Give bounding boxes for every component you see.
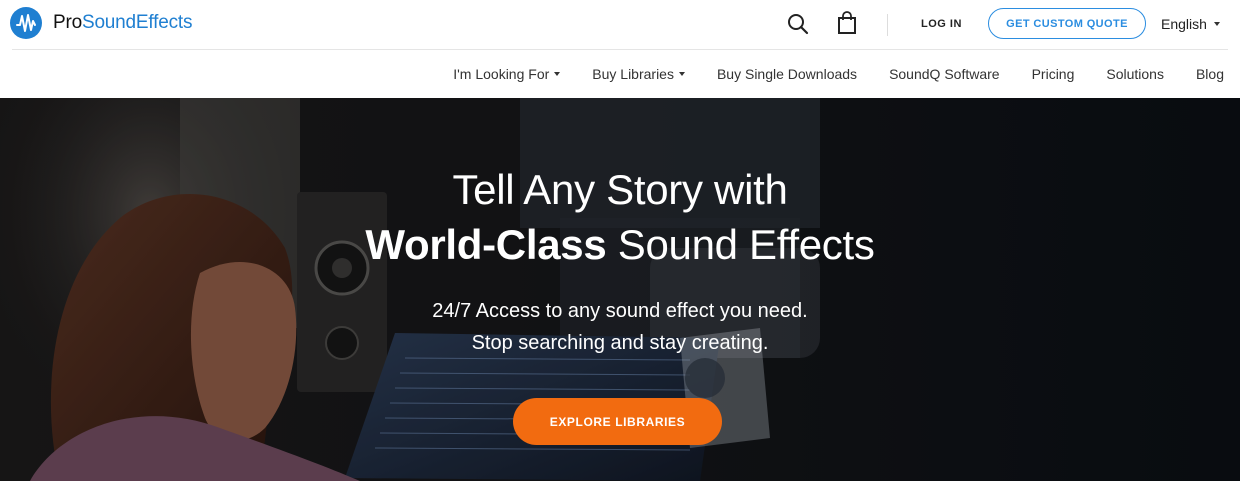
nav-item-label: Buy Libraries xyxy=(592,66,674,82)
shopping-bag-icon[interactable] xyxy=(836,11,858,35)
chevron-down-icon xyxy=(678,72,685,76)
nav-item-soundq-software[interactable]: SoundQ Software xyxy=(889,66,1000,82)
nav-item-label: Blog xyxy=(1195,66,1224,82)
top-header: ProSoundEffects LOG IN GET CUSTOM QUOTE … xyxy=(0,0,1240,50)
brand-name-part2: SoundEffects xyxy=(81,12,193,33)
nav-item-label: Solutions xyxy=(1106,66,1164,82)
brand-name-part1: Pro xyxy=(53,12,82,33)
login-link[interactable]: LOG IN xyxy=(921,18,962,30)
header-divider xyxy=(887,14,888,36)
main-nav: I'm Looking For Buy Libraries Buy Single… xyxy=(453,66,1224,82)
hero-title-line1: Tell Any Story with xyxy=(452,166,788,213)
chevron-down-icon xyxy=(1213,22,1220,26)
nav-item-looking-for[interactable]: I'm Looking For xyxy=(453,66,561,82)
nav-item-blog[interactable]: Blog xyxy=(1196,66,1224,82)
hero-subtitle-line2: Stop searching and stay creating. xyxy=(471,332,769,354)
language-label: English xyxy=(1161,16,1207,32)
hero-title-bold: World-Class xyxy=(365,221,607,268)
nav-item-solutions[interactable]: Solutions xyxy=(1106,66,1164,82)
brand-wordmark: ProSoundEffects xyxy=(53,12,192,34)
soundwave-logo-icon xyxy=(10,7,42,39)
header-rule xyxy=(12,49,1228,50)
get-custom-quote-button[interactable]: GET CUSTOM QUOTE xyxy=(988,8,1146,39)
hero-title-rest: Sound Effects xyxy=(606,221,875,268)
hero-subtitle-line1: 24/7 Access to any sound effect you need… xyxy=(432,300,808,322)
nav-item-label: Buy Single Downloads xyxy=(716,66,858,82)
explore-libraries-button[interactable]: EXPLORE LIBRARIES xyxy=(513,398,722,445)
search-icon[interactable] xyxy=(787,13,809,35)
nav-item-label: Pricing xyxy=(1031,66,1075,82)
chevron-down-icon xyxy=(554,72,561,76)
nav-item-buy-single-downloads[interactable]: Buy Single Downloads xyxy=(717,66,857,82)
hero-banner: Tell Any Story with World-Class Sound Ef… xyxy=(0,98,1240,481)
language-selector[interactable]: English xyxy=(1161,16,1220,32)
nav-item-pricing[interactable]: Pricing xyxy=(1032,66,1075,82)
brand-logo[interactable]: ProSoundEffects xyxy=(10,7,192,39)
nav-item-label: I'm Looking For xyxy=(453,66,550,82)
nav-item-buy-libraries[interactable]: Buy Libraries xyxy=(592,66,685,82)
nav-item-label: SoundQ Software xyxy=(889,66,1000,82)
hero-title-line2: World-Class Sound Effects xyxy=(0,221,1240,269)
